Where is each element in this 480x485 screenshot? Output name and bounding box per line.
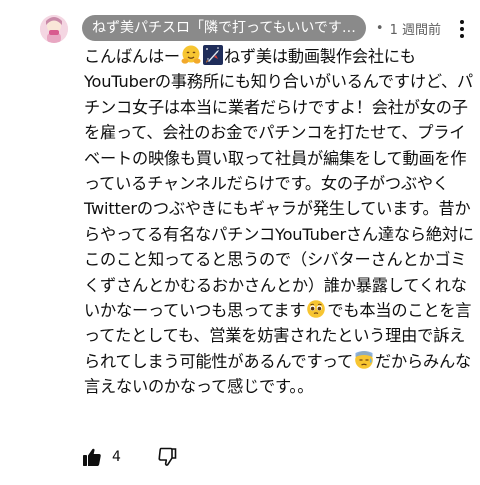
hugging-face-icon: [181, 45, 201, 64]
separator-dot: •: [375, 20, 384, 36]
dislike-button[interactable]: [157, 447, 177, 467]
pleading-face-icon: [307, 300, 326, 318]
comment-actions: 4: [82, 444, 177, 470]
comment-text: こんばんはー ねず美は動画製作会社にもYouTuberの事務所にも知り合いがいるん…: [84, 44, 476, 400]
comment-text-part-2: ねず美は動画製作会社にもYouTuberの事務所にも知り合いがいるんですけど、パ…: [84, 47, 474, 321]
like-button[interactable]: 4: [82, 447, 121, 467]
rocket-night-sky-icon: [202, 45, 223, 65]
avatar[interactable]: [40, 15, 68, 43]
like-count: 4: [112, 449, 121, 465]
more-vertical-icon[interactable]: [458, 18, 466, 40]
thumbs-up-icon[interactable]: [82, 447, 102, 467]
downcast-sweat-face-icon: [355, 350, 373, 369]
thumbs-down-icon[interactable]: [157, 447, 177, 467]
author-name[interactable]: ねず美パチスロ「隣で打ってもいいです…: [82, 15, 366, 41]
avatar-image: [40, 15, 68, 43]
comment-header: ねず美パチスロ「隣で打ってもいいです… • 1 週間前: [82, 14, 441, 42]
comment-timestamp[interactable]: 1 週間前: [390, 19, 441, 38]
comment-text-part-1: こんばんはー: [84, 47, 180, 66]
